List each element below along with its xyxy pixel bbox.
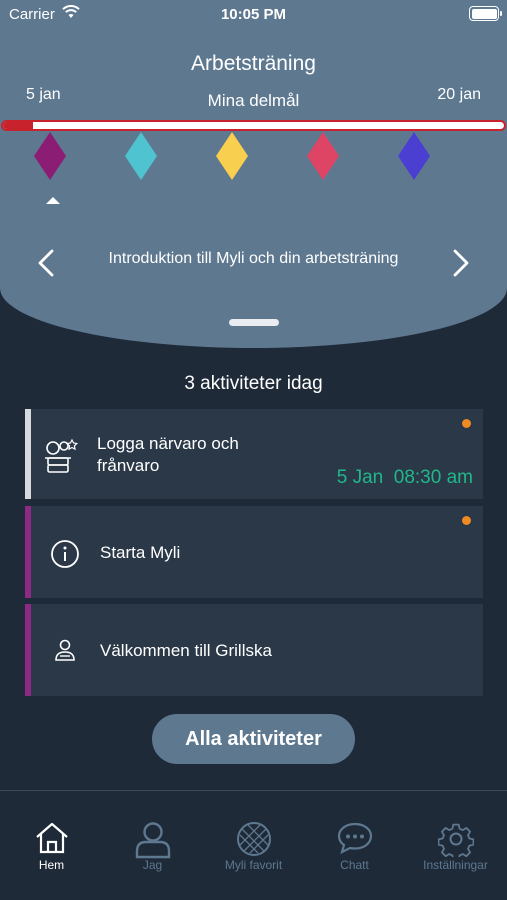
activity-card-attendance[interactable]: Logga närvaro och frånvaro 5 Jan 08:30 a… [25,409,483,499]
card-stripe [25,506,31,598]
home-icon [35,822,68,854]
chat-icon [337,822,372,855]
tab-label: Hem [38,858,65,872]
tab-me[interactable]: Jag [102,791,203,891]
activities-heading: 3 aktiviteter idag [184,373,323,394]
card-stripe [25,409,31,499]
chevron-left-icon[interactable] [34,248,58,278]
tab-label: Inställningar [423,858,488,872]
activity-date: 5 Jan [336,467,384,488]
tab-label: Myli favorit [224,858,283,872]
end-date: 20 jan [437,86,481,103]
tab-chat[interactable]: Chatt [304,791,405,891]
person-icon [55,639,75,661]
activity-title: Starta Myli [100,543,181,562]
activity-time: 08:30 am [393,467,473,488]
goal-diamond-2[interactable] [125,132,157,180]
tab-label: Chatt [340,858,369,872]
notification-dot [462,419,471,428]
chevron-right-icon[interactable] [449,248,473,278]
tab-myli-favorite[interactable]: Myli favorit [203,791,304,891]
activity-title: Välkommen till Grillska [100,641,272,660]
header: Carrier 10:05 PM Arbetsträning 5 jan Min… [0,0,507,348]
all-activities-button[interactable]: Alla aktiviteter [152,714,355,764]
selected-goal-marker [46,197,60,204]
goal-progress-fill [3,122,34,129]
activity-title: Logga närvaro och frånvaro [97,434,239,475]
tab-settings[interactable]: Inställningar [405,791,506,891]
goal-progress-bar [1,120,506,131]
clock: 10:05 PM [220,6,287,23]
goal-diamond-3[interactable] [216,132,248,180]
user-icon [135,822,170,859]
card-stripe [25,604,31,696]
page-title: Arbetsträning [191,52,316,75]
drag-handle[interactable] [229,319,279,326]
info-icon [51,540,79,568]
goal-diamond-1[interactable] [34,132,66,180]
gear-icon [437,823,474,857]
activity-card-start-myli[interactable]: Starta Myli [25,506,483,598]
attendance-icon [45,438,79,473]
current-goal-text: Introduktion till Myli och din arbetsträ… [108,250,399,267]
goal-diamond-4[interactable] [307,132,339,180]
tab-bar: Hem Jag Myli favorit Chatt Inställningar [0,790,507,900]
activity-card-welcome[interactable]: Välkommen till Grillska [25,604,483,696]
goals-label: Mina delmål [207,91,300,110]
tab-label: Jag [142,858,163,872]
battery-icon [469,6,502,21]
tab-home[interactable]: Hem [1,791,102,891]
activity-datetime: 5 Jan 08:30 am [337,467,473,489]
notification-dot [462,516,471,525]
status-bar: Carrier 10:05 PM [0,0,507,30]
goal-diamond-5[interactable] [398,132,430,180]
myli-logo-icon [236,822,271,856]
